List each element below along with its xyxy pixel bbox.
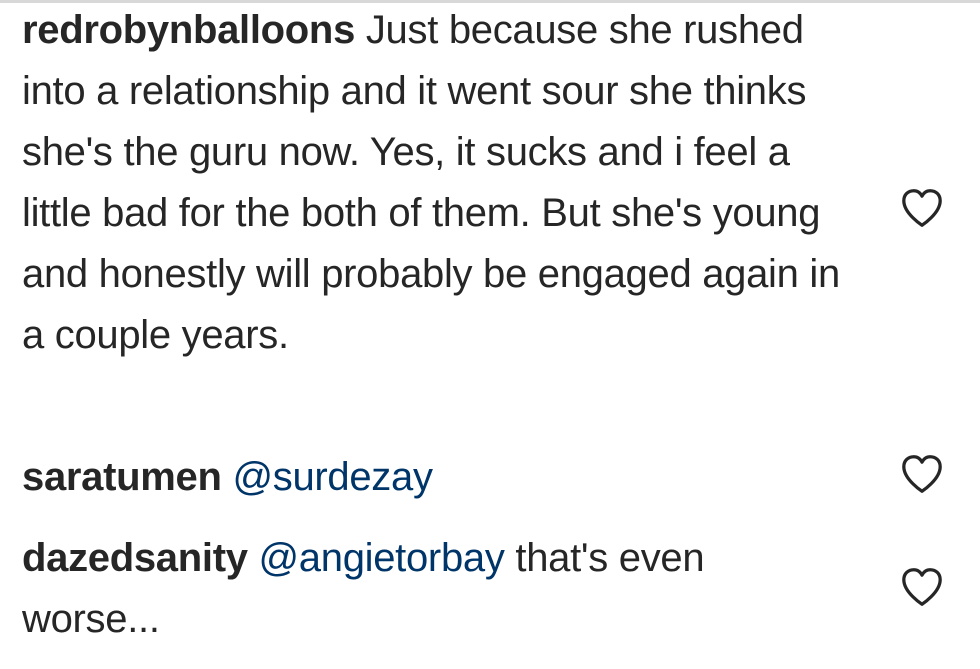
heart-outline-icon-svg (902, 568, 942, 606)
heart-outline-icon-svg (902, 189, 942, 227)
comment-username[interactable]: dazedsanity (22, 536, 248, 580)
comment-item: dazedsanity @angietorbay that's even wor… (22, 528, 852, 650)
heart-outline-icon-svg (902, 455, 942, 493)
heart-outline-icon[interactable] (900, 454, 944, 494)
heart-outline-icon[interactable] (900, 567, 944, 607)
comment-mention[interactable]: @surdezay (232, 455, 433, 499)
comment-text: Just because she rushed into a relations… (22, 8, 840, 357)
comment-item: redrobynballoons Just because she rushed… (22, 0, 852, 366)
heart-outline-icon[interactable] (900, 188, 944, 228)
comment-username[interactable]: redrobynballoons (22, 8, 355, 52)
comment-mention[interactable]: @angietorbay (259, 536, 505, 580)
comment-item: saratumen @surdezay (22, 447, 862, 508)
comment-username[interactable]: saratumen (22, 455, 222, 499)
